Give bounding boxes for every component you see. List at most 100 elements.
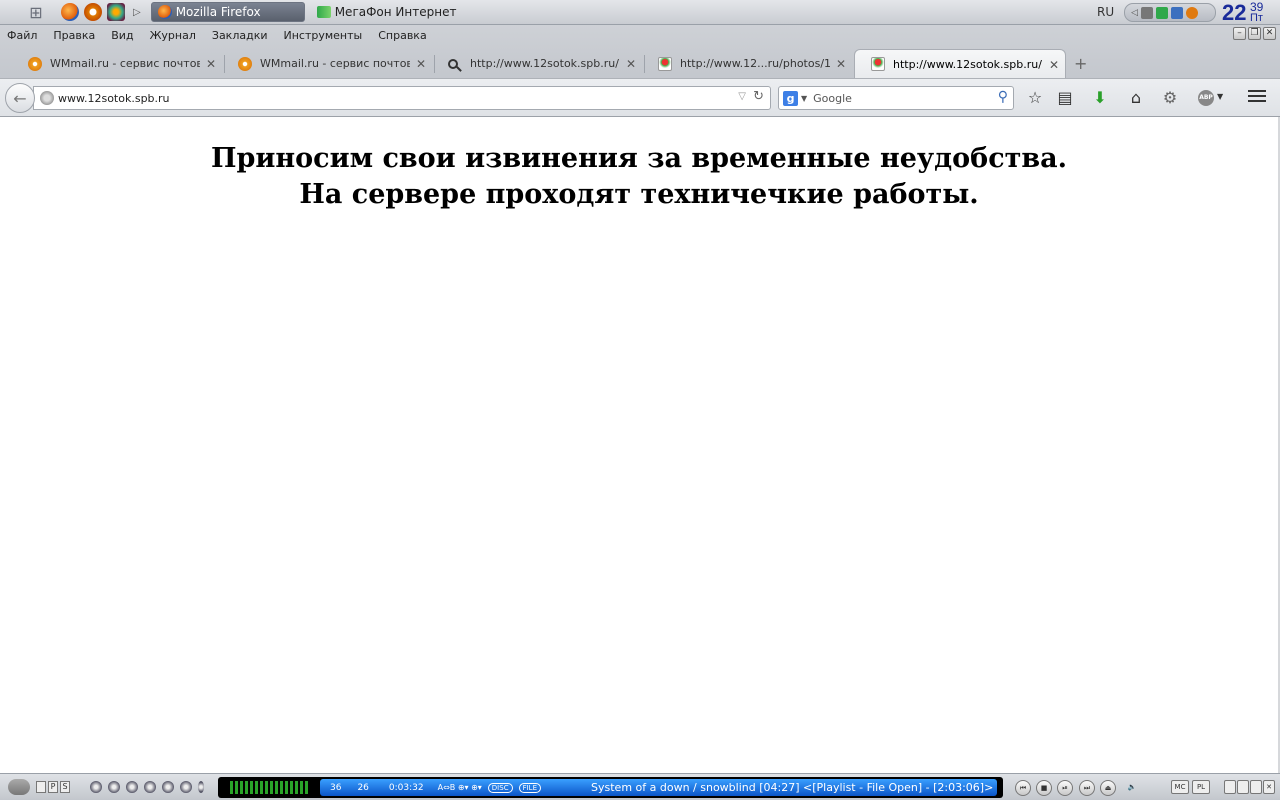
home-icon[interactable]: ⌂	[1126, 88, 1146, 108]
tab-strip: WMmail.ru - сервис почтовы... ✕ WMmail.r…	[0, 47, 1280, 78]
s-icon[interactable]: S	[60, 781, 70, 793]
registered-icon[interactable]	[126, 781, 138, 793]
tab-label: http://www.12sotok.spb.ru/	[893, 57, 1042, 71]
bookmarks-menu-icon[interactable]: ▤	[1055, 88, 1075, 108]
tray-collapse-icon[interactable]: ◁	[1131, 8, 1138, 18]
player-value-1: 36	[330, 782, 342, 793]
file-button[interactable]: FILE	[518, 782, 542, 793]
tool-icon-1[interactable]	[90, 781, 102, 793]
bookmark-star-icon[interactable]: ☆	[1025, 88, 1045, 108]
monitor-tray-icon[interactable]	[1170, 6, 1183, 19]
quicklaunch-expand-icon[interactable]: ▷	[133, 7, 141, 18]
player-restore-icon[interactable]	[1237, 780, 1249, 794]
restore-icon[interactable]: ❐	[1248, 27, 1261, 40]
wmmail-icon	[238, 56, 252, 71]
stop-icon[interactable]: ■	[1036, 780, 1052, 796]
player-minimize-icon[interactable]	[1250, 780, 1262, 794]
menu-edit[interactable]: Правка	[53, 29, 95, 42]
menu-bar: Файл Правка Вид Журнал Закладки Инструме…	[0, 25, 1280, 45]
tool-icon-2[interactable]	[108, 781, 120, 793]
tool-icon-5[interactable]	[162, 781, 174, 793]
navigation-toolbar: www.12sotok.spb.ru ▽ ↻ ← g ▼ Google ⚲ ☆ …	[0, 78, 1280, 117]
menu-help[interactable]: Справка	[378, 29, 426, 42]
tab-wmmail-2[interactable]: WMmail.ru - сервис почтовы... ✕	[222, 49, 432, 78]
desktop-icon[interactable]	[36, 781, 46, 793]
tab-search-12sotok[interactable]: http://www.12sotok.spb.ru/ ... ✕	[432, 49, 642, 78]
url-text: www.12sotok.spb.ru	[58, 91, 170, 105]
volume-icon[interactable]: 🔈	[1124, 780, 1140, 796]
taskbar-megafon-button[interactable]: МегаФон Интернет	[316, 2, 457, 22]
maintenance-message-line2: На сервере проходят техничечкие работы.	[299, 179, 979, 210]
google-engine-icon[interactable]: g	[783, 90, 798, 106]
menu-tools[interactable]: Инструменты	[284, 29, 363, 42]
menu-bookmarks[interactable]: Закладки	[212, 29, 268, 42]
tab-12sotok-photos[interactable]: http://www.12...ru/photos/109 ✕	[642, 49, 852, 78]
search-go-icon[interactable]: ⚲	[998, 89, 1008, 105]
adblock-dropdown-icon[interactable]: ▼	[1217, 92, 1223, 101]
12sotok-icon	[658, 56, 672, 71]
track-title: System of a down / snowblind [04:27] <[P…	[591, 781, 994, 794]
network-icon[interactable]	[1140, 6, 1153, 19]
pl-button[interactable]: PL	[1192, 780, 1210, 794]
menu-history[interactable]: Журнал	[150, 29, 196, 42]
tab-label: WMmail.ru - сервис почтовы...	[260, 57, 410, 70]
url-history-dropdown-icon[interactable]: ▽	[738, 91, 746, 102]
menu-file[interactable]: Файл	[7, 29, 37, 42]
tool-icon-4[interactable]	[144, 781, 156, 793]
language-indicator[interactable]: RU	[1097, 5, 1114, 19]
tool-icon-6[interactable]	[180, 781, 192, 793]
tab-wmmail-1[interactable]: WMmail.ru - сервис почтовы... ✕	[12, 49, 222, 78]
hamburger-menu-icon[interactable]	[1248, 87, 1266, 105]
app-quicklaunch-icon[interactable]	[107, 3, 125, 21]
reload-icon[interactable]: ↻	[753, 89, 764, 104]
addon-icon[interactable]: ⚙	[1160, 88, 1180, 108]
top-taskbar: ⊞ ▷ Mozilla Firefox МегаФон Интернет	[0, 0, 1280, 25]
tab-close-icon[interactable]: ✕	[836, 57, 846, 71]
prev-track-icon[interactable]: ⏮	[1015, 780, 1031, 796]
tab-label: WMmail.ru - сервис почтовы...	[50, 57, 200, 70]
back-arrow-icon: ←	[13, 88, 27, 108]
player-flags[interactable]: A⇔B ⊕▾ ⊕▾	[438, 783, 482, 792]
search-bar[interactable]: g ▼ Google ⚲	[778, 86, 1014, 110]
megafon-icon	[316, 6, 331, 18]
tab-close-icon[interactable]: ✕	[416, 57, 426, 71]
new-tab-icon[interactable]: +	[1074, 54, 1087, 73]
player-time: 0:03:32	[388, 782, 424, 793]
menu-view[interactable]: Вид	[111, 29, 133, 42]
tab-close-icon[interactable]: ✕	[206, 57, 216, 71]
player-mini-icon[interactable]	[1224, 780, 1236, 794]
next-track-icon[interactable]: ⏭	[1079, 780, 1095, 796]
system-tray: ◁	[1124, 3, 1216, 22]
taskbar-megafon-label: МегаФон Интернет	[334, 5, 457, 19]
mc-button[interactable]: MC	[1171, 780, 1189, 794]
firefox-quicklaunch-icon[interactable]	[61, 3, 79, 21]
taskbar-firefox-button[interactable]: Mozilla Firefox	[150, 2, 305, 22]
p-icon[interactable]: P	[48, 781, 58, 793]
downloads-icon[interactable]: ⬇	[1090, 88, 1110, 108]
disc-button[interactable]: DISC	[487, 782, 513, 793]
tool-icon-7[interactable]	[198, 781, 204, 793]
media-player: 36 26 0:03:32 A⇔B ⊕▾ ⊕▾ DISC FILE System…	[218, 777, 1003, 798]
bottom-start-icon[interactable]	[8, 779, 30, 795]
tab-close-icon[interactable]: ✕	[1049, 58, 1059, 72]
opera-quicklaunch-icon[interactable]	[84, 3, 102, 21]
site-identity-icon[interactable]	[40, 91, 54, 105]
maintenance-message-line1: Приносим свои извинения за временные неу…	[210, 143, 1068, 174]
back-button[interactable]: ←	[5, 83, 35, 113]
engine-dropdown-icon[interactable]: ▼	[801, 94, 807, 103]
app-tray-icon[interactable]	[1185, 6, 1198, 19]
play-pause-icon[interactable]: ⏯	[1057, 780, 1073, 796]
browser-chrome: Файл Правка Вид Журнал Закладки Инструме…	[0, 25, 1280, 117]
tab-12sotok-active[interactable]: http://www.12sotok.spb.ru/ ✕	[854, 49, 1066, 78]
adblock-plus-icon[interactable]: ABP	[1198, 90, 1214, 106]
url-bar[interactable]: www.12sotok.spb.ru ▽ ↻	[33, 86, 771, 110]
start-menu-icon[interactable]: ⊞	[16, 1, 56, 23]
tab-close-icon[interactable]: ✕	[626, 57, 636, 71]
megafon-tray-icon[interactable]	[1155, 6, 1168, 19]
minimize-icon[interactable]: –	[1233, 27, 1246, 40]
player-close-icon[interactable]: ✕	[1263, 780, 1275, 794]
search-placeholder: Google	[813, 91, 852, 105]
wmmail-icon	[28, 56, 42, 71]
open-icon[interactable]: ⏏	[1100, 780, 1116, 796]
close-window-icon[interactable]: ✕	[1263, 27, 1276, 40]
